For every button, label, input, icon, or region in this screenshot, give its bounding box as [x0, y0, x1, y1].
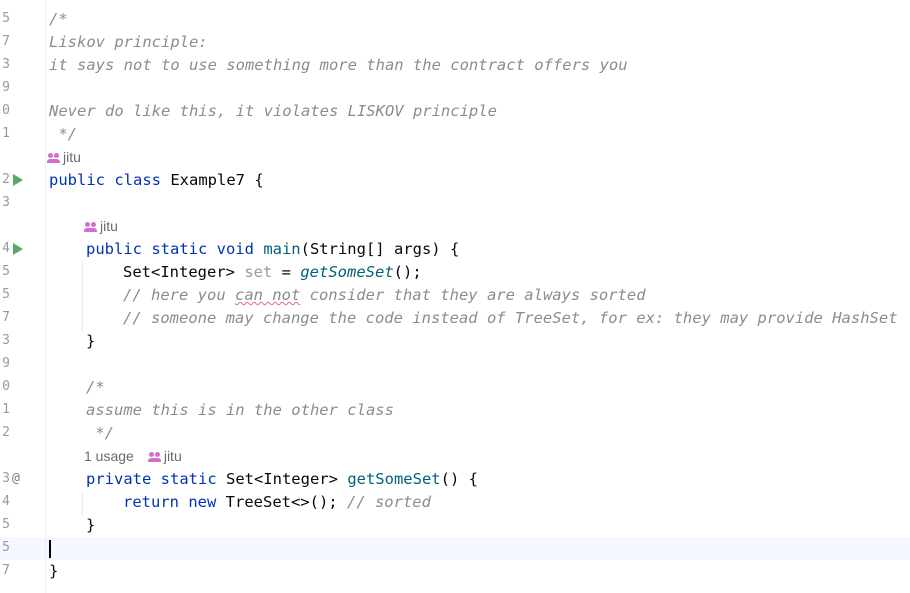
code-line[interactable]: assume this is in the other class	[86, 399, 394, 422]
users-icon	[84, 222, 98, 233]
local-variable: set	[244, 263, 273, 281]
indent-guide	[82, 262, 83, 332]
code-line[interactable]: public static void main(String[] args) {	[86, 238, 459, 261]
code-line[interactable]: }	[86, 514, 95, 537]
keyword: public class	[49, 171, 171, 189]
code-line[interactable]: // someone may change the code instead o…	[123, 307, 898, 330]
line-number: 7	[2, 563, 10, 578]
line-number: 5	[2, 11, 10, 26]
comment-text: it says not to use something more than t…	[49, 56, 628, 74]
run-class-icon[interactable]	[13, 174, 23, 186]
comment-text: // here you	[123, 286, 235, 304]
code-line[interactable]: return new TreeSet<>(); // sorted	[123, 491, 431, 514]
line-number: 9	[2, 80, 10, 95]
current-line-highlight	[0, 537, 910, 560]
code-line[interactable]: Set<Integer> set = getSomeSet();	[123, 261, 422, 284]
author-hint[interactable]: jitu	[47, 146, 81, 169]
line-number: 5	[2, 517, 10, 532]
class-name: Example7 {	[170, 171, 264, 189]
comment-text: /*	[86, 378, 105, 396]
code-line[interactable]: */	[49, 123, 77, 146]
code-line[interactable]: it says not to use something more than t…	[49, 54, 628, 77]
code-text: (String[] args) {	[300, 240, 460, 258]
code-line[interactable]: // here you can not consider that they a…	[123, 284, 646, 307]
method-name: main	[263, 240, 301, 258]
code-line[interactable]: public class Example7 {	[49, 169, 264, 192]
comment-text: assume this is in the other class	[86, 401, 394, 419]
line-number: 3	[2, 333, 10, 348]
line-number: 5	[2, 287, 10, 302]
at-sign-icon[interactable]: @	[12, 467, 20, 490]
line-number: 5	[2, 540, 10, 555]
comment-text: /*	[49, 10, 68, 28]
keyword: public static void	[86, 240, 264, 258]
line-number: 3	[2, 471, 10, 486]
author-hint[interactable]: jitu	[84, 215, 118, 238]
comment-text: consider that they are always sorted	[300, 286, 646, 304]
code-editor[interactable]: 5 7 3 9 0 1 2 3 4 5 5 7 3 9 0 1 2 3 4 5 …	[0, 0, 910, 593]
usage-hint[interactable]: 1 usage jitu	[84, 445, 182, 468]
line-number: 7	[2, 310, 10, 325]
line-number: 5	[2, 264, 10, 279]
line-number: 2	[2, 172, 10, 187]
line-number: 4	[2, 241, 10, 256]
code-text: ();	[393, 263, 422, 281]
keyword: private static	[86, 470, 226, 488]
method-call: getSomeSet	[300, 263, 394, 281]
code-line[interactable]: }	[49, 560, 58, 583]
code-line[interactable]: Liskov principle:	[49, 31, 208, 54]
code-text: () {	[440, 470, 478, 488]
text-caret	[49, 540, 51, 558]
code-line[interactable]: private static Set<Integer> getSomeSet()…	[86, 468, 478, 491]
comment-text: Never do like this, it violates LISKOV p…	[49, 102, 497, 120]
author-name: jitu	[100, 218, 118, 234]
line-number: 1	[2, 402, 10, 417]
code-text: }	[86, 332, 96, 350]
code-line[interactable]: Never do like this, it violates LISKOV p…	[49, 100, 497, 123]
line-number: 1	[2, 126, 10, 141]
indent-guide	[82, 492, 83, 516]
code-line[interactable]: /*	[49, 8, 68, 31]
author-name: jitu	[63, 149, 81, 165]
line-number: 0	[2, 103, 10, 118]
code-line[interactable]: */	[86, 422, 114, 445]
keyword: return new	[123, 493, 226, 511]
code-line[interactable]: /*	[86, 376, 105, 399]
type-name: Set<Integer>	[225, 470, 348, 488]
gutter-border	[45, 0, 46, 593]
line-number: 3	[2, 57, 10, 72]
line-number: 2	[2, 425, 10, 440]
comment-text: */	[86, 424, 114, 442]
usage-count[interactable]: 1 usage	[84, 448, 134, 464]
comment-text: // someone may change the code instead o…	[123, 309, 898, 327]
author-name: jitu	[163, 448, 182, 464]
code-line[interactable]: }	[86, 330, 95, 353]
method-name: getSomeSet	[347, 470, 441, 488]
line-number: 0	[2, 379, 10, 394]
type-name: TreeSet<>();	[225, 493, 347, 511]
type-name: Set<Integer>	[123, 263, 245, 281]
users-icon	[47, 153, 61, 164]
line-number: 3	[2, 195, 10, 210]
typo-text[interactable]: can not	[235, 286, 300, 304]
run-main-icon[interactable]	[13, 243, 23, 255]
line-number: 4	[2, 494, 10, 509]
comment-text: */	[49, 125, 77, 143]
line-number: 9	[2, 356, 10, 371]
comment-text: // sorted	[346, 493, 431, 511]
comment-text: Liskov principle:	[49, 33, 208, 51]
users-icon	[147, 452, 162, 463]
line-number: 7	[2, 34, 10, 49]
code-text: =	[272, 263, 301, 281]
code-text: }	[86, 516, 96, 534]
code-text: }	[49, 562, 59, 580]
